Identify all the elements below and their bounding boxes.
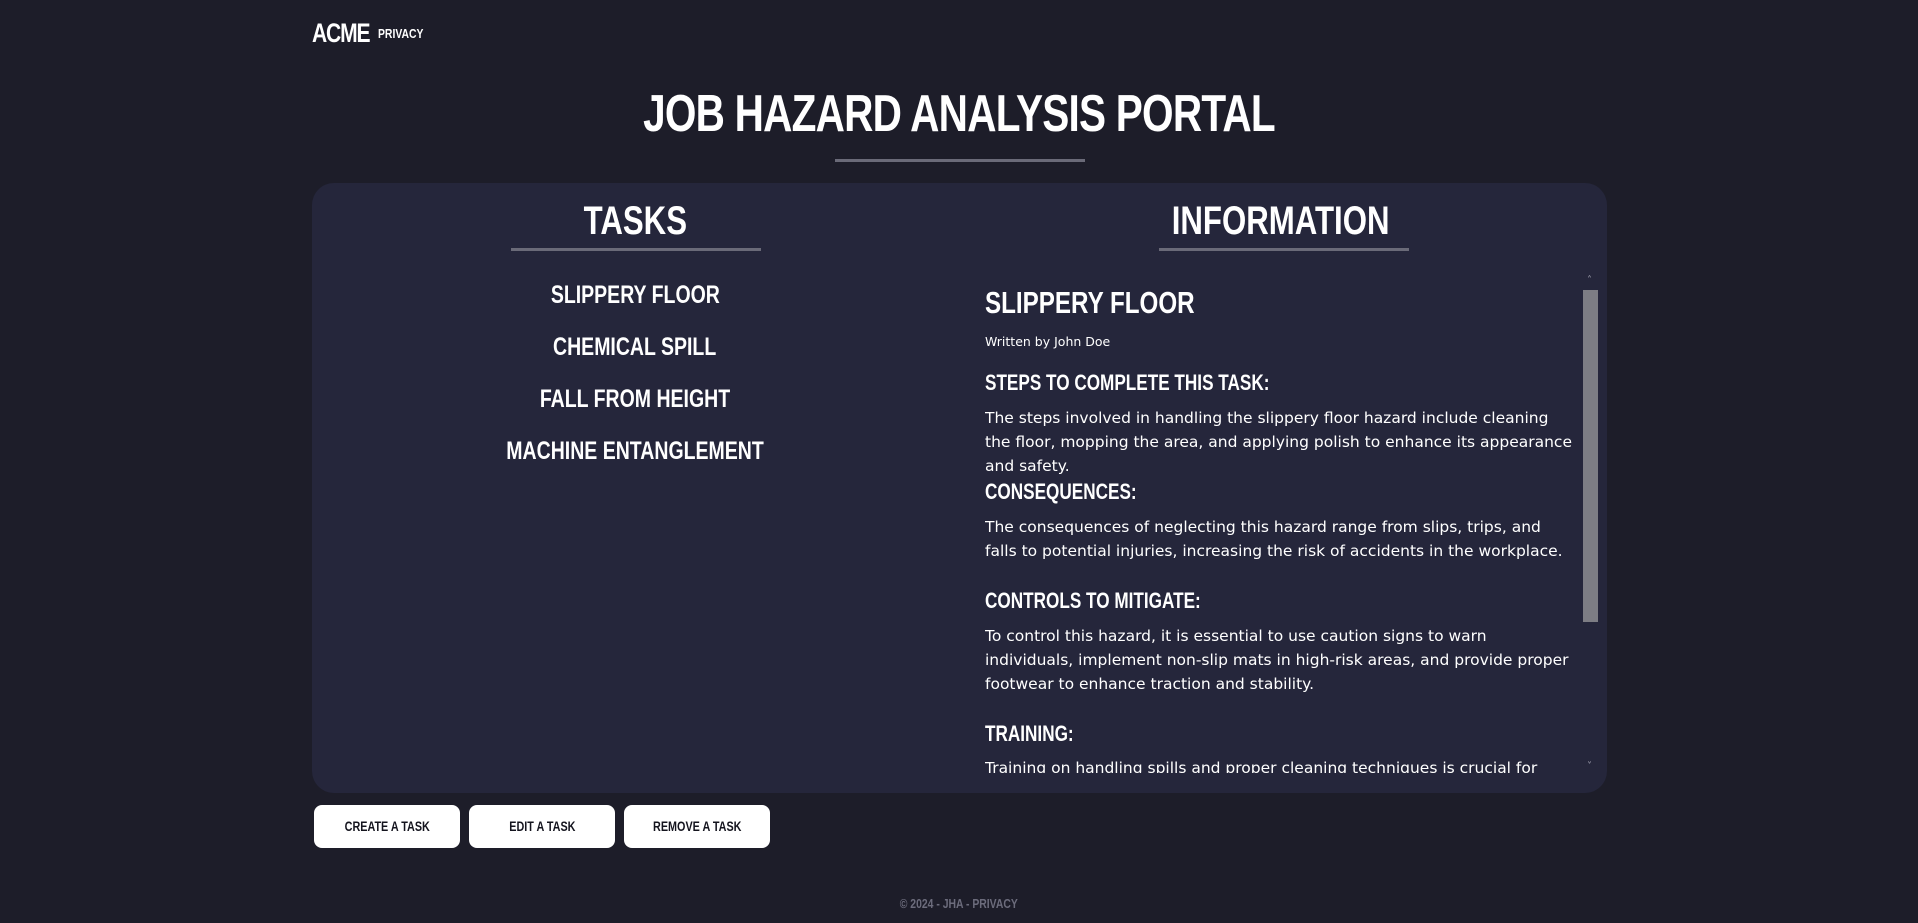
nav-privacy-link[interactable]: PRIVACY xyxy=(378,26,423,41)
main-panel: TASKS SLIPPERY FLOOR CHEMICAL SPILL FALL… xyxy=(312,183,1607,793)
information-divider xyxy=(1159,248,1409,251)
remove-task-label: REMOVE A TASK xyxy=(652,819,742,834)
tasks-heading-text: TASKS xyxy=(583,199,687,243)
information-author: Written by John Doe xyxy=(985,334,1111,349)
title-divider xyxy=(835,159,1085,162)
scrollbar-thumb[interactable] xyxy=(1583,290,1598,622)
section-heading-consequences: CONSEQUENCES: xyxy=(985,479,1179,505)
section-text-steps: The steps involved in handling the slipp… xyxy=(985,409,1572,475)
edit-task-button[interactable]: EDIT A TASK xyxy=(469,805,615,848)
chevron-down-icon[interactable]: ˅ xyxy=(1581,759,1598,775)
task-item-label: FALL FROM HEIGHT xyxy=(539,385,731,413)
section-heading-text: TRAINING: xyxy=(985,721,1074,746)
chevron-up-icon[interactable]: ˄ xyxy=(1581,273,1598,289)
information-scrollbar[interactable]: ˄ ˅ xyxy=(1581,273,1598,775)
task-list: SLIPPERY FLOOR CHEMICAL SPILL FALL FROM … xyxy=(312,277,958,485)
section-text-controls: To control this hazard, it is essential … xyxy=(985,627,1569,693)
task-item-chemical-spill[interactable]: CHEMICAL SPILL xyxy=(312,329,958,381)
tasks-divider xyxy=(511,248,761,251)
task-item-label: MACHINE ENTANGLEMENT xyxy=(506,437,764,465)
section-heading-text: STEPS TO COMPLETE THIS TASK: xyxy=(985,370,1270,395)
section-heading-steps: STEPS TO COMPLETE THIS TASK: xyxy=(985,370,1350,396)
edit-task-label: EDIT A TASK xyxy=(508,819,576,834)
information-heading-text: INFORMATION xyxy=(1172,199,1390,243)
information-scroll-area[interactable]: SLIPPERY FLOOR Written by John Doe STEPS… xyxy=(985,273,1597,773)
section-heading-training: TRAINING: xyxy=(985,721,1099,747)
task-item-label: SLIPPERY FLOOR xyxy=(550,281,720,309)
tasks-heading: TASKS xyxy=(312,199,958,244)
section-text-consequences: The consequences of neglecting this haza… xyxy=(985,518,1563,560)
section-heading-text: CONTROLS TO MITIGATE: xyxy=(985,588,1201,613)
page-title-text: JOB HAZARD ANALYSIS PORTAL xyxy=(643,85,1276,143)
task-item-machine-entanglement[interactable]: MACHINE ENTANGLEMENT xyxy=(312,433,958,485)
information-task-title: SLIPPERY FLOOR xyxy=(985,285,1254,321)
task-item-fall-from-height[interactable]: FALL FROM HEIGHT xyxy=(312,381,958,433)
section-heading-text: CONSEQUENCES: xyxy=(985,479,1137,504)
task-actions: CREATE A TASK EDIT A TASK REMOVE A TASK xyxy=(314,805,779,848)
task-item-slippery-floor[interactable]: SLIPPERY FLOOR xyxy=(312,277,958,329)
create-task-button[interactable]: CREATE A TASK xyxy=(314,805,460,848)
top-nav: ACME PRIVACY xyxy=(312,18,435,48)
information-task-title-text: SLIPPERY FLOOR xyxy=(985,285,1195,320)
brand-logo[interactable]: ACME xyxy=(312,18,370,49)
section-text-training: Training on handling spills and proper c… xyxy=(985,759,1538,773)
section-heading-controls: CONTROLS TO MITIGATE: xyxy=(985,588,1262,614)
information-heading: INFORMATION xyxy=(958,199,1604,244)
remove-task-button[interactable]: REMOVE A TASK xyxy=(624,805,770,848)
footer: © 2024 - JHA - PRIVACY xyxy=(0,896,1918,911)
task-item-label: CHEMICAL SPILL xyxy=(553,333,717,361)
create-task-label: CREATE A TASK xyxy=(344,819,430,834)
page-title: JOB HAZARD ANALYSIS PORTAL xyxy=(0,84,1918,144)
footer-text: © 2024 - JHA - PRIVACY xyxy=(899,896,1019,911)
